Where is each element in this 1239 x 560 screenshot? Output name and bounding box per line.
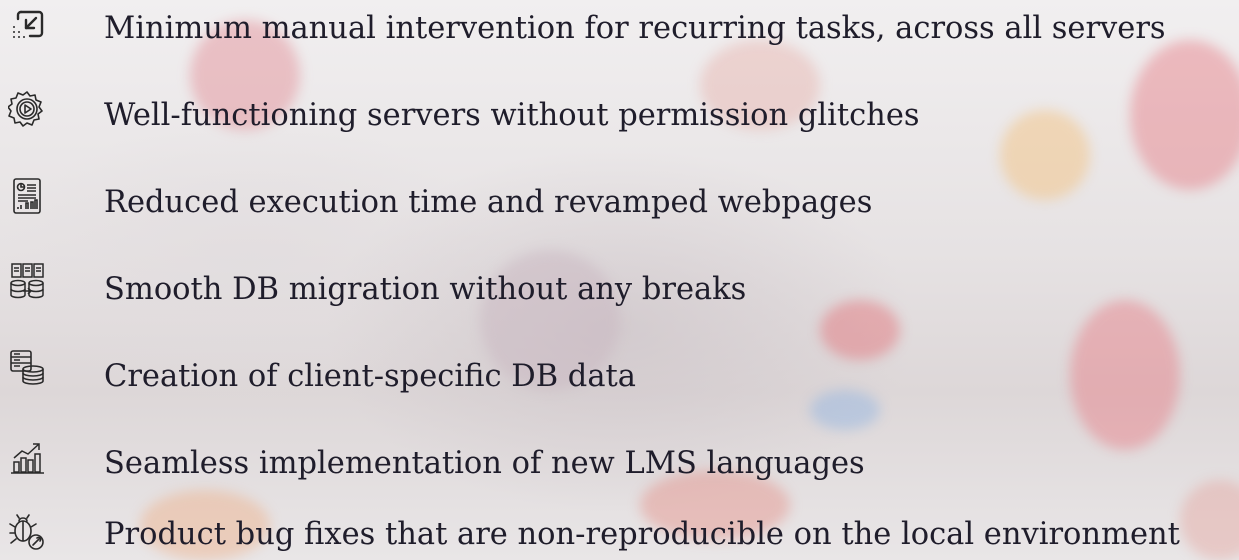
item-label: Smooth DB migration without any breaks [104, 272, 747, 307]
item-label: Reduced execution time and revamped webp… [104, 185, 873, 220]
list-item: Well-functioning servers without permiss… [0, 87, 1239, 147]
item-label: Creation of client-specific DB data [104, 359, 636, 394]
database-stack-icon [8, 349, 46, 387]
report-chart-icon [8, 177, 46, 215]
database-migration-icon [8, 262, 46, 300]
benefits-list: Minimum manual intervention for recurrin… [0, 0, 1239, 560]
list-item: Creation of client-specific DB data [0, 348, 1239, 408]
list-item: Minimum manual intervention for recurrin… [0, 0, 1239, 60]
item-label: Well-functioning servers without permiss… [104, 98, 920, 133]
item-label: Product bug fixes that are non-reproduci… [104, 517, 1180, 552]
gear-play-icon [8, 90, 46, 128]
item-label: Seamless implementation of new LMS langu… [104, 446, 865, 481]
growth-chart-icon [8, 438, 46, 476]
list-item: Smooth DB migration without any breaks [0, 261, 1239, 321]
minimize-arrow-icon [8, 7, 46, 45]
list-item: Reduced execution time and revamped webp… [0, 174, 1239, 234]
item-label: Minimum manual intervention for recurrin… [104, 11, 1166, 46]
list-item: Seamless implementation of new LMS langu… [0, 435, 1239, 495]
list-item: Product bug fixes that are non-reproduci… [0, 500, 1239, 560]
bug-fix-icon [8, 514, 46, 552]
